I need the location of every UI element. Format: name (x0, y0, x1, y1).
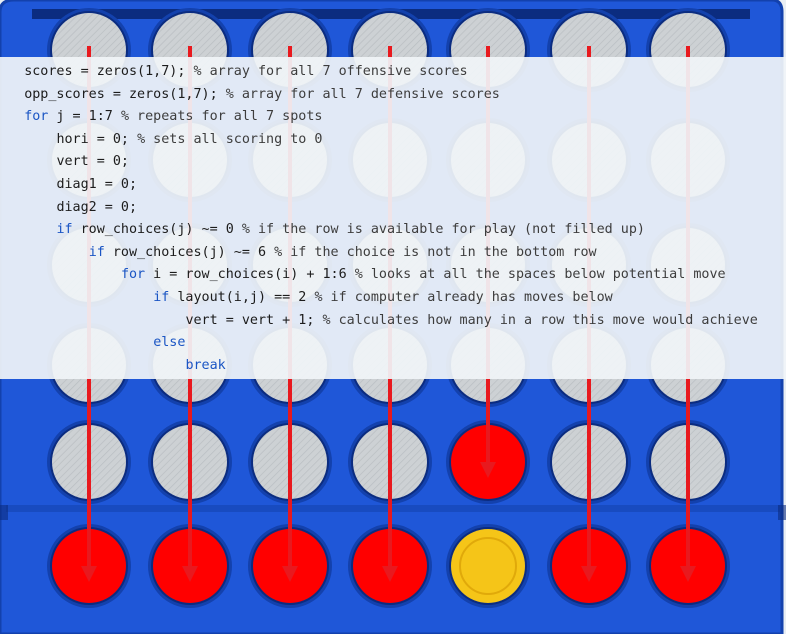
code-text: row_choices(j) ~= 6 (104, 244, 275, 260)
board-side-notch-left (0, 505, 8, 520)
code-comment: % looks at all the spaces below potentia… (354, 267, 726, 283)
code-line: for i = row_choices(i) + 1:6 % looks at … (0, 264, 786, 287)
code-line: if layout(i,j) == 2 % if computer alread… (0, 287, 786, 310)
board-side-notch-right (778, 505, 786, 520)
code-keyword: if (56, 222, 73, 238)
code-comment: % sets all scoring to 0 (137, 131, 323, 147)
code-keyword: if (153, 289, 170, 305)
code-line: vert = 0; (0, 151, 786, 174)
code-text: i = row_choices(i) + 1:6 (145, 267, 355, 283)
code-comment: % if the row is available for play (not … (241, 222, 645, 238)
code-comment: % calculates how many in a row this move… (322, 312, 758, 328)
code-keyword: else (153, 335, 186, 351)
code-text: vert = 0; (56, 154, 129, 170)
code-comment: % repeats for all 7 spots (120, 109, 323, 125)
code-keyword: if (88, 244, 105, 260)
code-line: opp_scores = zeros(1,7); % array for all… (0, 84, 786, 107)
code-comment: % array for all 7 defensive scores (225, 86, 500, 102)
code-text: vert = vert + 1; (185, 312, 323, 328)
code-keyword: for (24, 109, 49, 125)
code-text: diag1 = 0; (56, 176, 138, 192)
code-text: scores = zeros(1,7); (24, 64, 194, 79)
code-keyword: for (120, 267, 146, 283)
code-text: layout(i,j) == 2 (169, 289, 315, 305)
code-text: j = 1:7 (48, 109, 121, 125)
code-line: for j = 1:7 % repeats for all 7 spots (0, 106, 786, 129)
yellow-piece[interactable] (451, 529, 525, 603)
code-line: if row_choices(j) ~= 0 % if the row is a… (0, 219, 786, 242)
code-text: row_choices(j) ~= 0 (72, 222, 242, 238)
code-line: scores = zeros(1,7); % array for all 7 o… (0, 61, 786, 84)
code-line: break (0, 355, 786, 378)
code-line: if row_choices(j) ~= 6 % if the choice i… (0, 242, 786, 265)
code-line: hori = 0; % sets all scoring to 0 (0, 129, 786, 152)
code-text: opp_scores = zeros(1,7); (24, 86, 226, 102)
code-comment: % if computer already has moves below (314, 289, 613, 305)
code-comment: % if the choice is not in the bottom row (274, 244, 597, 260)
code-line: vert = vert + 1; % calculates how many i… (0, 310, 786, 333)
code-comment: % array for all 7 offensive scores (193, 64, 468, 79)
code-line: else (0, 332, 786, 355)
code-text: diag2 = 0; (56, 199, 138, 215)
code-line: diag1 = 0; (0, 174, 786, 197)
code-overlay: scores = zeros(1,7); % array for all 7 o… (0, 57, 786, 379)
code-line: diag2 = 0; (0, 197, 786, 220)
code-keyword: break (185, 357, 226, 373)
board-lower-rail (6, 505, 780, 512)
code-text: hori = 0; (56, 131, 138, 147)
